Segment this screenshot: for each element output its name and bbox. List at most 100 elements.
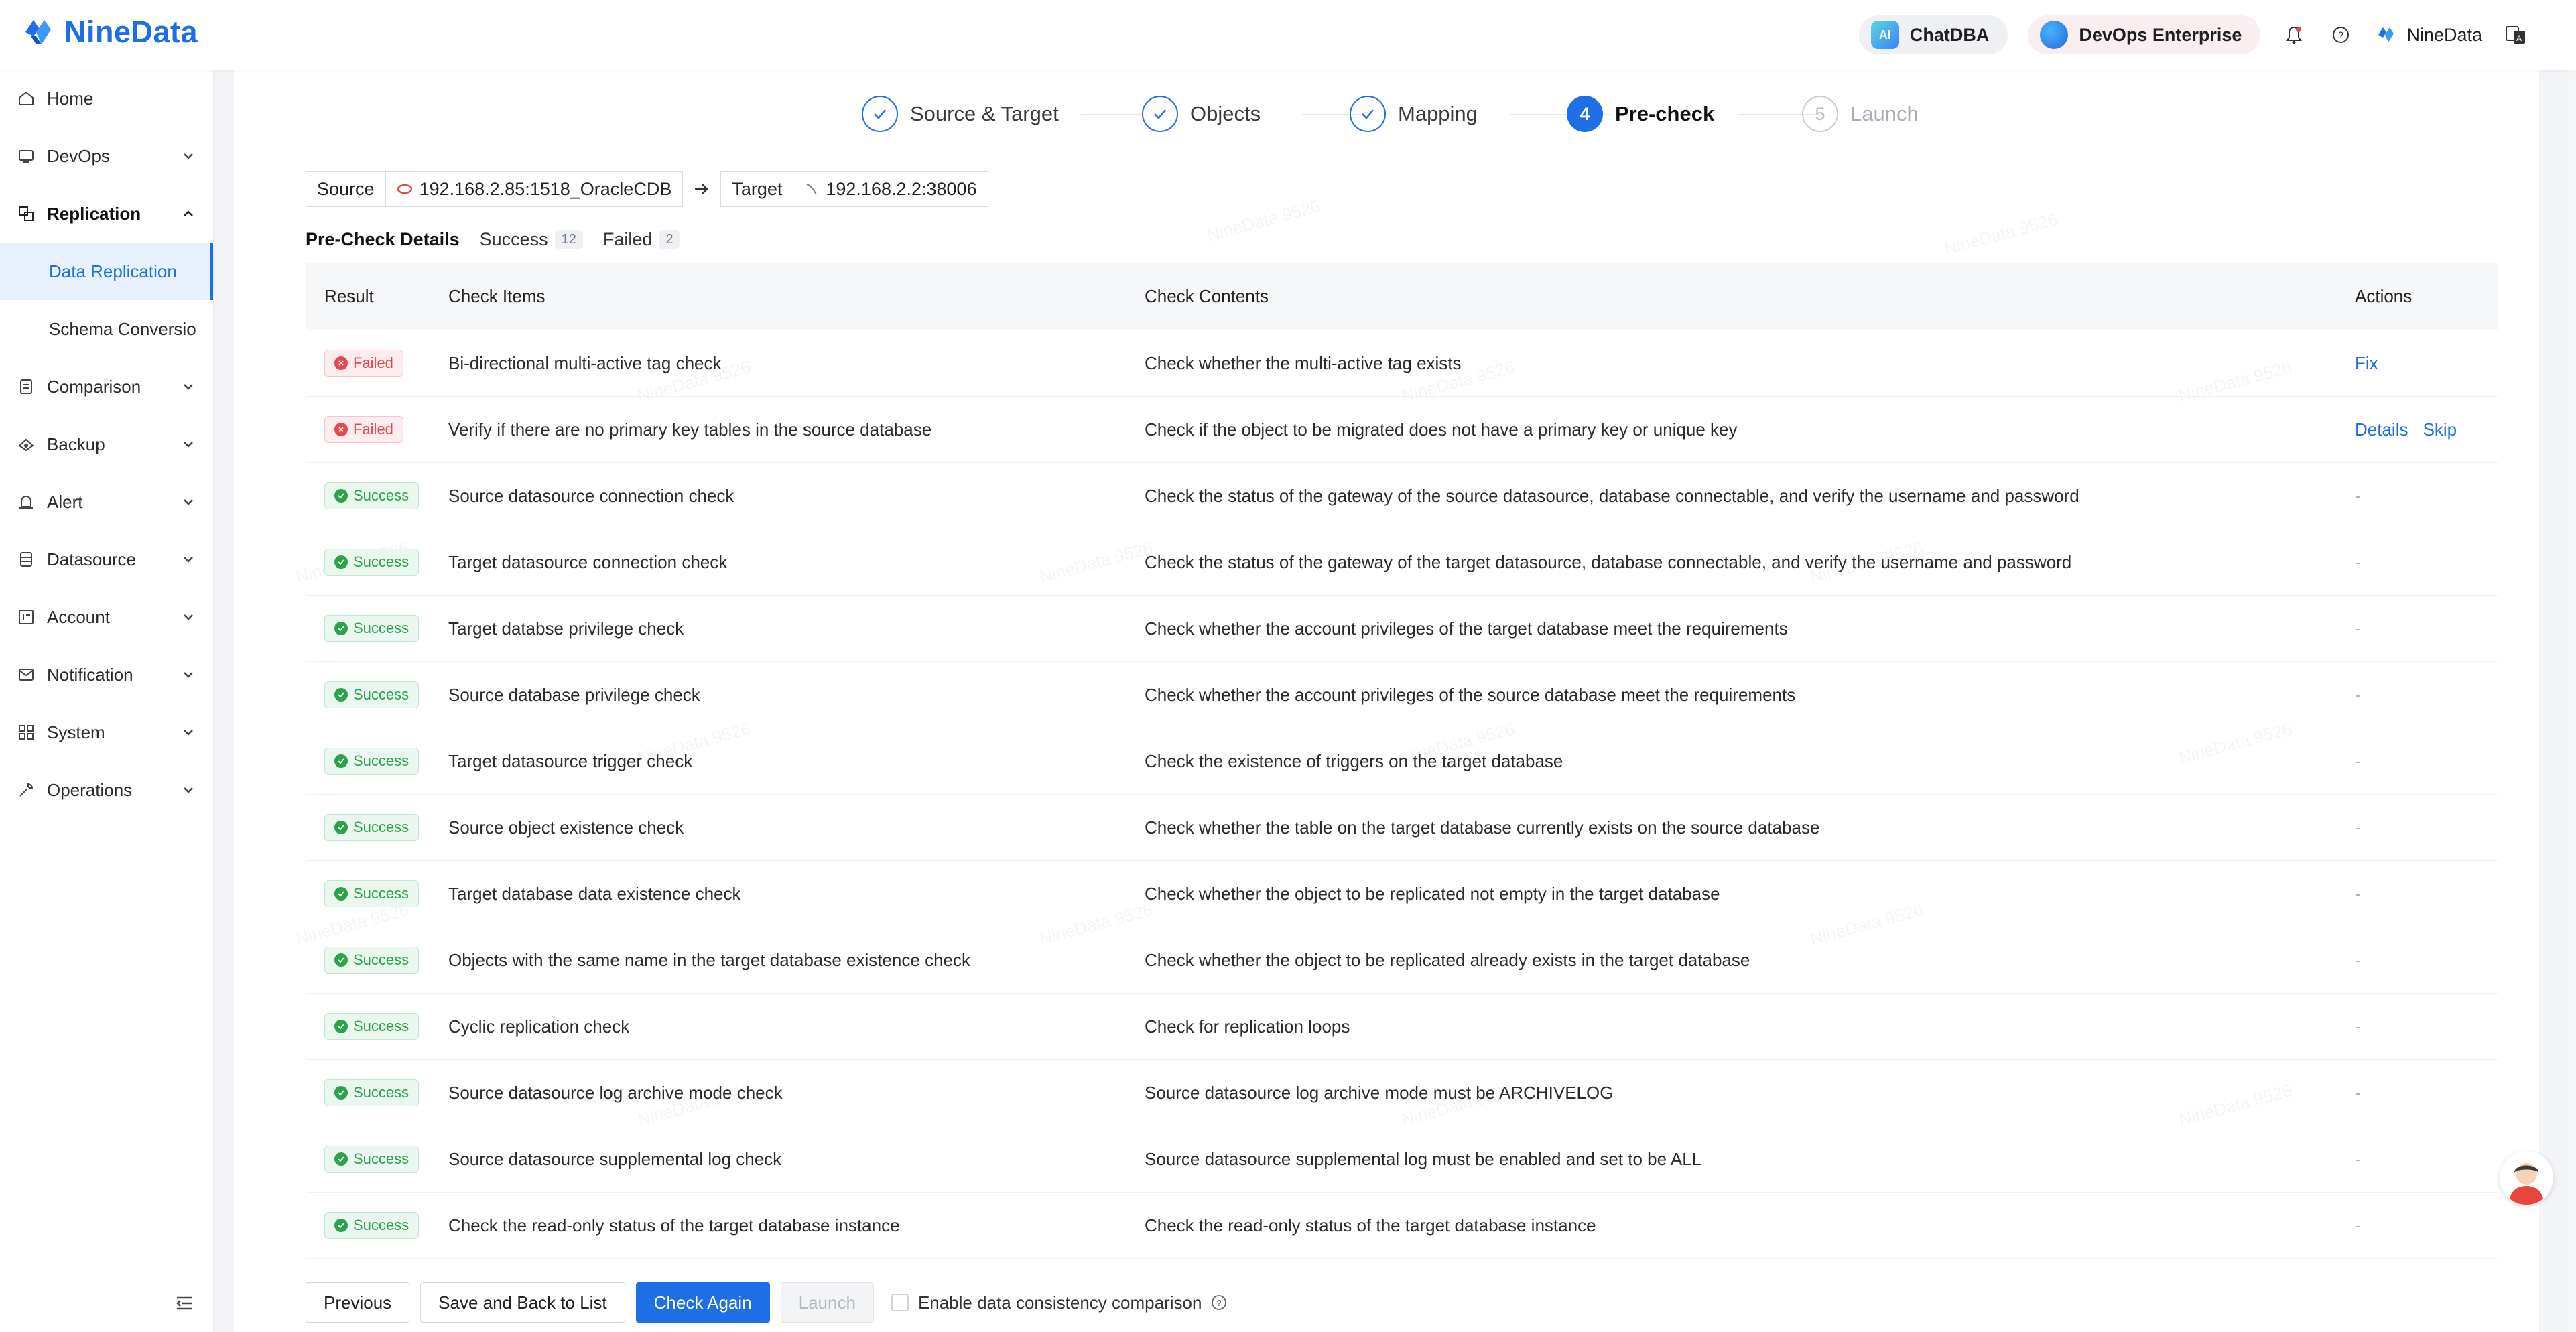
previous-button[interactable]: Previous xyxy=(306,1282,410,1323)
table-row: Success Target datasource trigger check … xyxy=(306,728,2498,795)
check-again-button[interactable]: Check Again xyxy=(635,1282,770,1323)
details-link[interactable]: Details xyxy=(2355,419,2408,440)
check-item: Source object existence check xyxy=(448,817,684,838)
status-text: Failed xyxy=(353,421,393,438)
tab-pre-check-details[interactable]: Pre-Check Details xyxy=(306,229,460,250)
check-content: Check whether the object to be replicate… xyxy=(1145,883,1720,904)
tab-failed[interactable]: Failed 2 xyxy=(603,229,680,250)
watermark: NineData 9526 xyxy=(1941,209,2060,259)
sidebar-item-system[interactable]: System xyxy=(0,704,213,761)
no-action: - xyxy=(2355,618,2361,639)
no-action: - xyxy=(2355,1148,2361,1169)
sidebar-item-schema-conversion[interactable]: Schema Conversio xyxy=(0,300,213,358)
check-item: Target datasource connection check xyxy=(448,551,728,572)
consistency-label: Enable data consistency comparison xyxy=(917,1292,1202,1313)
home-icon xyxy=(16,88,36,109)
notification-icon xyxy=(16,665,36,685)
svg-text:?: ? xyxy=(2339,29,2344,40)
user-menu[interactable]: NineData xyxy=(2374,23,2482,46)
sidebar-item-label: Operations xyxy=(47,779,133,800)
top-bar: NineData AI ChatDBA DevOps Enterprise ? … xyxy=(0,0,2576,70)
check-icon xyxy=(334,622,348,635)
sidebar-item-notification[interactable]: Notification xyxy=(0,646,213,704)
check-item: Target database data existence check xyxy=(448,883,741,904)
chatdba-button[interactable]: AI ChatDBA xyxy=(1858,15,2008,54)
step-objects[interactable]: Objects xyxy=(1142,94,1261,134)
sidebar-item-comparison[interactable]: Comparison xyxy=(0,358,213,415)
no-action: - xyxy=(2355,949,2361,970)
precheck-table: Result Check Items Check Contents Action… xyxy=(306,263,2498,1259)
sidebar: Home DevOps Replication Data Replication… xyxy=(0,70,214,1332)
sidebar-item-home[interactable]: Home xyxy=(0,70,213,127)
status-badge-failed: Failed xyxy=(324,416,403,443)
help-icon[interactable]: ? xyxy=(2327,21,2354,48)
check-icon xyxy=(334,489,348,503)
status-badge-success: Success xyxy=(324,1146,420,1173)
collapse-sidebar-icon[interactable] xyxy=(174,1293,194,1313)
language-icon[interactable]: A xyxy=(2502,21,2529,48)
sidebar-item-alert[interactable]: Alert xyxy=(0,473,213,531)
no-action: - xyxy=(2355,883,2361,904)
check-icon xyxy=(334,1152,348,1166)
consistency-checkbox[interactable]: Enable data consistency comparison ? xyxy=(891,1292,1227,1313)
comparison-icon xyxy=(16,377,36,397)
page-scrollbar[interactable] xyxy=(2568,70,2576,1332)
check-item: Source datasource connection check xyxy=(448,485,734,506)
system-icon xyxy=(16,722,36,742)
status-badge-success: Success xyxy=(324,947,420,974)
failed-count: 2 xyxy=(659,230,680,249)
chevron-down-icon xyxy=(184,384,193,390)
target-value-box: 192.168.2.2:38006 xyxy=(793,171,988,207)
step-mapping[interactable]: Mapping xyxy=(1350,94,1478,134)
no-action: - xyxy=(2355,1215,2361,1236)
column-header-check-contents: Check Contents xyxy=(1145,285,1269,306)
tab-success[interactable]: Success 12 xyxy=(480,229,583,250)
chevron-down-icon xyxy=(184,557,193,563)
sidebar-item-replication[interactable]: Replication xyxy=(0,185,213,243)
source-value: 192.168.2.85:1518_OracleCDB xyxy=(419,178,672,199)
alert-icon xyxy=(16,492,36,512)
table-row: Success Source database privilege check … xyxy=(306,662,2498,728)
no-action: - xyxy=(2355,551,2361,572)
status-badge-success: Success xyxy=(324,1212,420,1239)
check-icon xyxy=(334,754,348,768)
chevron-down-icon xyxy=(184,614,193,620)
watermark: NineData 9526 xyxy=(1204,196,1323,245)
check-content: Check the status of the gateway of the s… xyxy=(1145,485,2079,506)
no-action: - xyxy=(2355,1082,2361,1103)
help-icon[interactable]: ? xyxy=(1211,1294,1227,1311)
checkbox[interactable] xyxy=(891,1294,909,1311)
check-icon xyxy=(334,1020,348,1033)
status-badge-failed: Failed xyxy=(324,350,403,377)
sidebar-item-backup[interactable]: Backup xyxy=(0,415,213,473)
mysql-icon xyxy=(806,184,818,195)
replication-icon xyxy=(16,204,36,224)
assistant-avatar[interactable] xyxy=(2500,1151,2553,1205)
step-number: 5 xyxy=(1802,96,1838,132)
save-and-back-button[interactable]: Save and Back to List xyxy=(420,1282,625,1323)
precheck-tabs: Pre-Check Details Success 12 Failed 2 xyxy=(306,229,680,250)
brand-logo[interactable]: NineData xyxy=(19,13,198,51)
devops-enterprise-button[interactable]: DevOps Enterprise xyxy=(2028,15,2261,54)
sidebar-item-operations[interactable]: Operations xyxy=(0,761,213,819)
target-label: Target xyxy=(720,171,794,207)
step-pre-check[interactable]: 4 Pre-check xyxy=(1567,94,1714,134)
status-badge-success: Success xyxy=(324,549,420,576)
sidebar-item-label: Notification xyxy=(47,664,133,685)
sidebar-item-label: Home xyxy=(47,88,94,109)
step-launch[interactable]: 5 Launch xyxy=(1802,94,1919,134)
close-icon xyxy=(334,423,348,436)
fix-link[interactable]: Fix xyxy=(2355,353,2378,373)
sidebar-item-label: Account xyxy=(47,606,110,627)
status-text: Success xyxy=(353,686,409,703)
sidebar-item-datasource[interactable]: Datasource xyxy=(0,531,213,588)
sidebar-item-account[interactable]: Account xyxy=(0,588,213,646)
check-icon xyxy=(1350,96,1386,132)
chevron-down-icon xyxy=(184,672,193,678)
step-source-target[interactable]: Source & Target xyxy=(862,94,1059,134)
sidebar-item-devops[interactable]: DevOps xyxy=(0,127,213,185)
check-content: Check whether the table on the target da… xyxy=(1145,817,1820,838)
bell-icon[interactable] xyxy=(2280,21,2307,48)
skip-link[interactable]: Skip xyxy=(2423,419,2457,440)
sidebar-item-data-replication[interactable]: Data Replication xyxy=(0,243,213,300)
